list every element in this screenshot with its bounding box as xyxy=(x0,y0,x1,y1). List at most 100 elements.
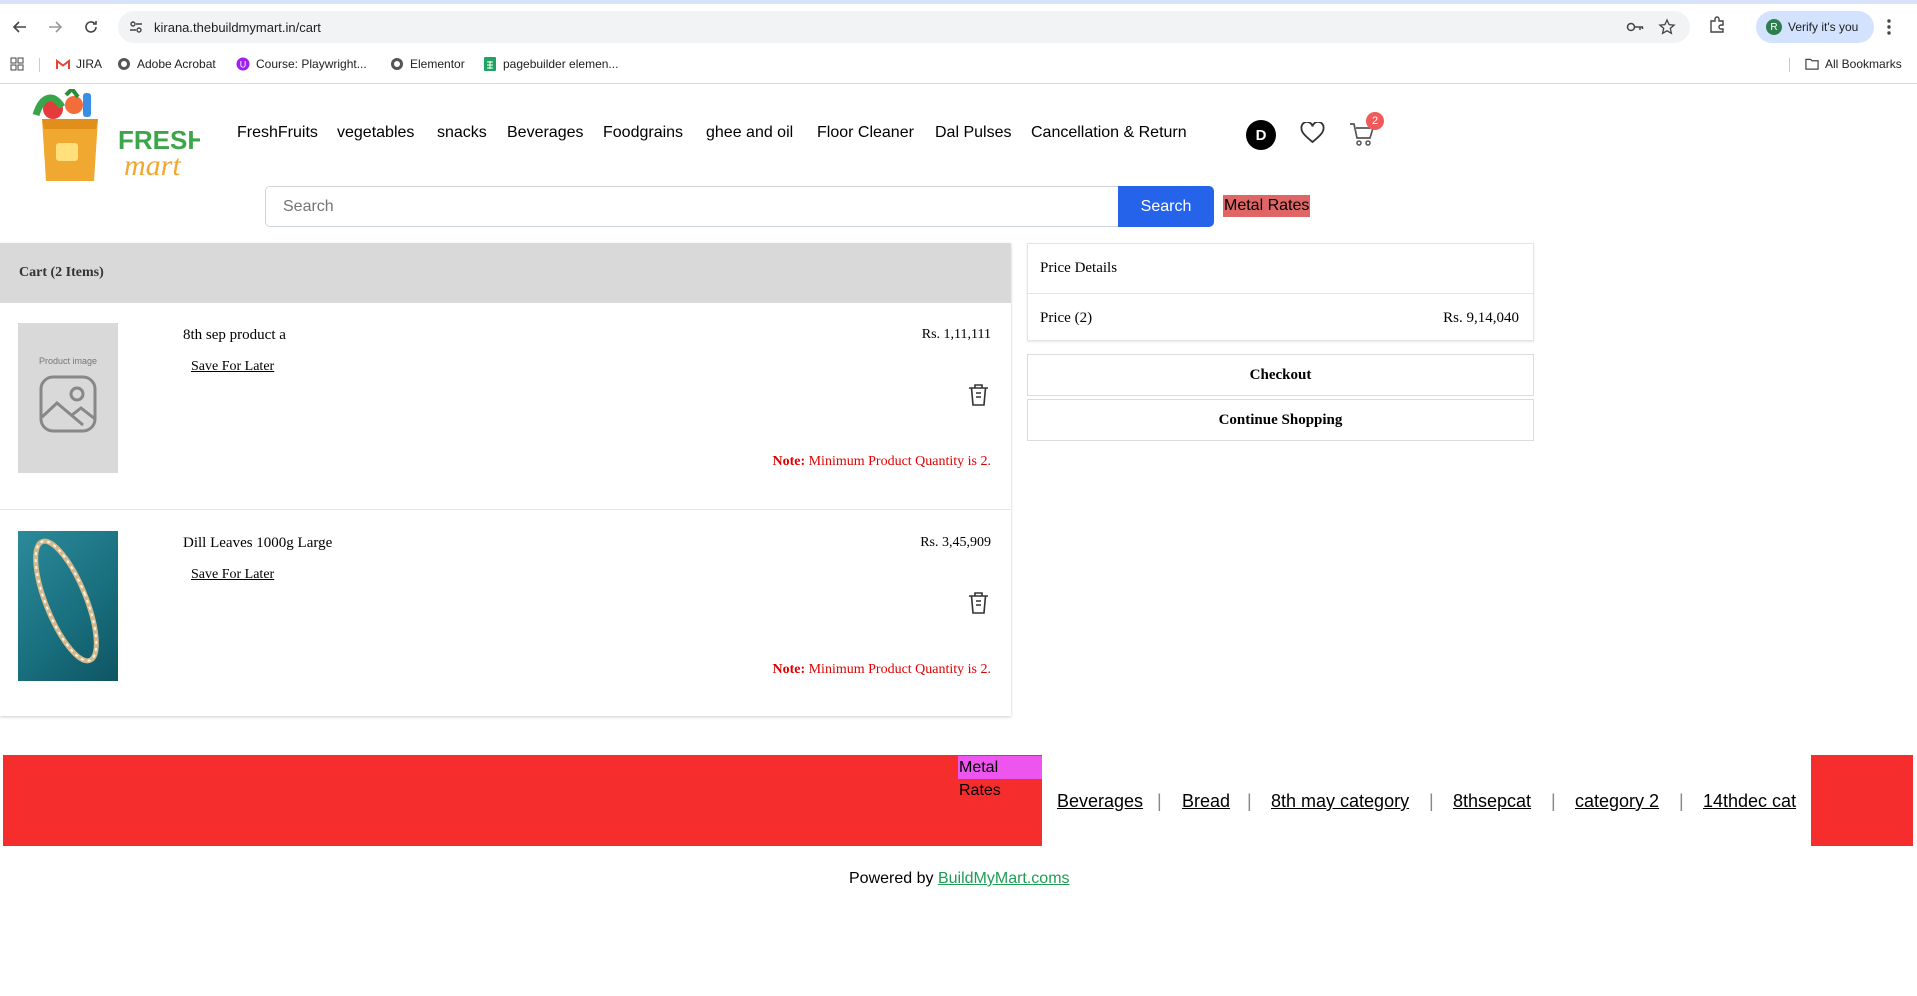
arrow-right-icon xyxy=(49,21,63,33)
continue-shopping-button[interactable]: Continue Shopping xyxy=(1027,399,1534,441)
footer-link-8th-may-category[interactable]: 8th may category xyxy=(1271,791,1409,812)
nav-beverages[interactable]: Beverages xyxy=(507,124,584,142)
nav-floor-cleaner[interactable]: Floor Cleaner xyxy=(817,124,914,142)
nav-vegetables[interactable]: vegetables xyxy=(337,124,414,142)
apps-button[interactable] xyxy=(10,50,24,78)
cart-item: Dill Leaves 1000g Large Save For Later R… xyxy=(0,511,1011,716)
cart-item: Product image 8th sep product a Save For… xyxy=(0,303,1011,510)
bookmark-label: Adobe Acrobat xyxy=(137,57,216,71)
apps-grid-icon xyxy=(10,57,24,71)
nav-ghee-and-oil[interactable]: ghee and oil xyxy=(706,124,793,142)
course-icon: U xyxy=(236,57,250,71)
verify-label: Verify it's you xyxy=(1788,20,1859,34)
delete-trash-icon[interactable] xyxy=(968,591,989,615)
footer-link-14thdec-cat[interactable]: 14thdec cat xyxy=(1703,791,1796,812)
bookmark-jira[interactable]: JIRA xyxy=(56,50,102,78)
price-total: Rs. 9,14,040 xyxy=(1443,310,1519,326)
all-bookmarks-label: All Bookmarks xyxy=(1825,57,1902,71)
browser-toolbar: kirana.thebuildmymart.in/cart R Verify i… xyxy=(0,4,1917,50)
note-text: Minimum Product Quantity is 2. xyxy=(808,454,991,469)
price-label: Price (2) xyxy=(1040,310,1093,326)
globe-icon xyxy=(117,57,131,71)
forward-button[interactable] xyxy=(42,14,68,40)
image-placeholder-label: Product image xyxy=(38,356,98,366)
reload-button[interactable] xyxy=(78,14,104,40)
reload-icon xyxy=(85,21,97,33)
bookmark-course-playwright[interactable]: U Course: Playwright... xyxy=(236,50,367,78)
footer-link-category-2[interactable]: category 2 xyxy=(1575,791,1659,812)
folder-icon xyxy=(1805,57,1819,71)
nav-cancellation-return[interactable]: Cancellation & Return xyxy=(1031,124,1187,142)
nav-snacks[interactable]: snacks xyxy=(437,124,487,142)
globe-icon xyxy=(390,57,404,71)
site-settings-icon[interactable] xyxy=(128,19,144,35)
bookmark-elementor[interactable]: Elementor xyxy=(390,50,465,78)
back-button[interactable] xyxy=(7,14,33,40)
search-button[interactable]: Search xyxy=(1118,186,1214,227)
nav-freshfruits[interactable]: FreshFruits xyxy=(237,124,318,142)
footer-separator: | xyxy=(1157,791,1162,811)
address-bar[interactable]: kirana.thebuildmymart.in/cart xyxy=(118,11,1690,43)
footer-separator: | xyxy=(1247,791,1252,811)
product-price: Rs. 1,11,111 xyxy=(921,327,991,342)
footer-banner-right xyxy=(1811,755,1913,846)
min-quantity-note: Note: Minimum Product Quantity is 2. xyxy=(772,662,991,678)
footer-separator: | xyxy=(1551,791,1556,811)
bookmark-pagebuilder[interactable]: pagebuilder elemen... xyxy=(483,50,618,78)
profile-verify-button[interactable]: R Verify it's you xyxy=(1756,11,1874,43)
sheets-icon xyxy=(483,57,497,71)
bookmark-label: Course: Playwright... xyxy=(256,57,367,71)
product-image-placeholder[interactable]: Product image xyxy=(18,323,118,473)
url-text[interactable]: kirana.thebuildmymart.in/cart xyxy=(154,20,321,35)
buildmymart-link[interactable]: BuildMyMart.coms xyxy=(938,870,1070,887)
product-name[interactable]: 8th sep product a xyxy=(183,327,286,344)
bookmarks-divider xyxy=(1789,58,1790,72)
user-avatar[interactable]: D xyxy=(1246,120,1276,150)
bookmark-star-icon[interactable] xyxy=(1658,18,1676,36)
image-icon xyxy=(39,375,97,433)
footer-link-beverages[interactable]: Beverages xyxy=(1057,791,1143,812)
note-label: Note: xyxy=(772,662,806,677)
extensions-icon[interactable] xyxy=(1708,16,1726,34)
price-details-panel: Price Details Price (2) Rs. 9,14,040 xyxy=(1027,243,1534,341)
divider xyxy=(1028,293,1533,294)
powered-by-prefix: Powered by xyxy=(849,870,934,887)
bangle-photo xyxy=(33,538,99,664)
cart-title: Cart (2 Items) xyxy=(0,243,1011,303)
bookmark-label: Elementor xyxy=(410,57,465,71)
logo-word-mart: mart xyxy=(124,149,181,181)
note-label: Note: xyxy=(772,454,806,469)
wishlist-heart-icon[interactable] xyxy=(1300,122,1325,144)
product-image-bangle[interactable] xyxy=(18,531,118,681)
price-details-title: Price Details xyxy=(1040,260,1118,276)
nav-dal-pulses[interactable]: Dal Pulses xyxy=(935,124,1011,142)
footer-separator: | xyxy=(1679,791,1684,811)
search-input[interactable] xyxy=(265,186,1119,227)
footer-link-bread[interactable]: Bread xyxy=(1182,791,1230,812)
svg-text:U: U xyxy=(240,60,247,70)
footer-banner-left xyxy=(3,755,1042,846)
bookmark-label: JIRA xyxy=(76,57,103,71)
cart-panel: Cart (2 Items) Product image 8th sep pro… xyxy=(0,243,1011,716)
note-text: Minimum Product Quantity is 2. xyxy=(808,662,991,677)
bookmarks-divider xyxy=(39,58,40,72)
metal-rates-link[interactable]: Metal Rates xyxy=(1223,195,1311,217)
footer-metal-rates-link[interactable]: Metal Rates xyxy=(958,756,1042,799)
save-for-later-link[interactable]: Save For Later xyxy=(191,567,274,583)
bookmark-adobe-acrobat[interactable]: Adobe Acrobat xyxy=(117,50,216,78)
product-name[interactable]: Dill Leaves 1000g Large xyxy=(183,535,332,552)
password-key-icon[interactable] xyxy=(1626,19,1644,35)
powered-by: Powered by BuildMyMart.coms xyxy=(849,870,1070,888)
more-menu-icon[interactable] xyxy=(1886,18,1892,36)
all-bookmarks-button[interactable]: All Bookmarks xyxy=(1805,50,1902,78)
checkout-button[interactable]: Checkout xyxy=(1027,354,1534,396)
delete-trash-icon[interactable] xyxy=(968,383,989,407)
bookmarks-bar: JIRA Adobe Acrobat U Course: Playwright.… xyxy=(0,50,1917,84)
profile-avatar: R xyxy=(1766,19,1782,35)
arrow-left-icon xyxy=(12,21,26,33)
nav-foodgrains[interactable]: Foodgrains xyxy=(603,124,683,142)
footer-link-8thsepcat[interactable]: 8thsepcat xyxy=(1453,791,1531,812)
save-for-later-link[interactable]: Save For Later xyxy=(191,359,274,375)
bookmark-label: pagebuilder elemen... xyxy=(503,57,619,71)
fresh-mart-logo[interactable]: FRESH mart xyxy=(28,89,200,181)
